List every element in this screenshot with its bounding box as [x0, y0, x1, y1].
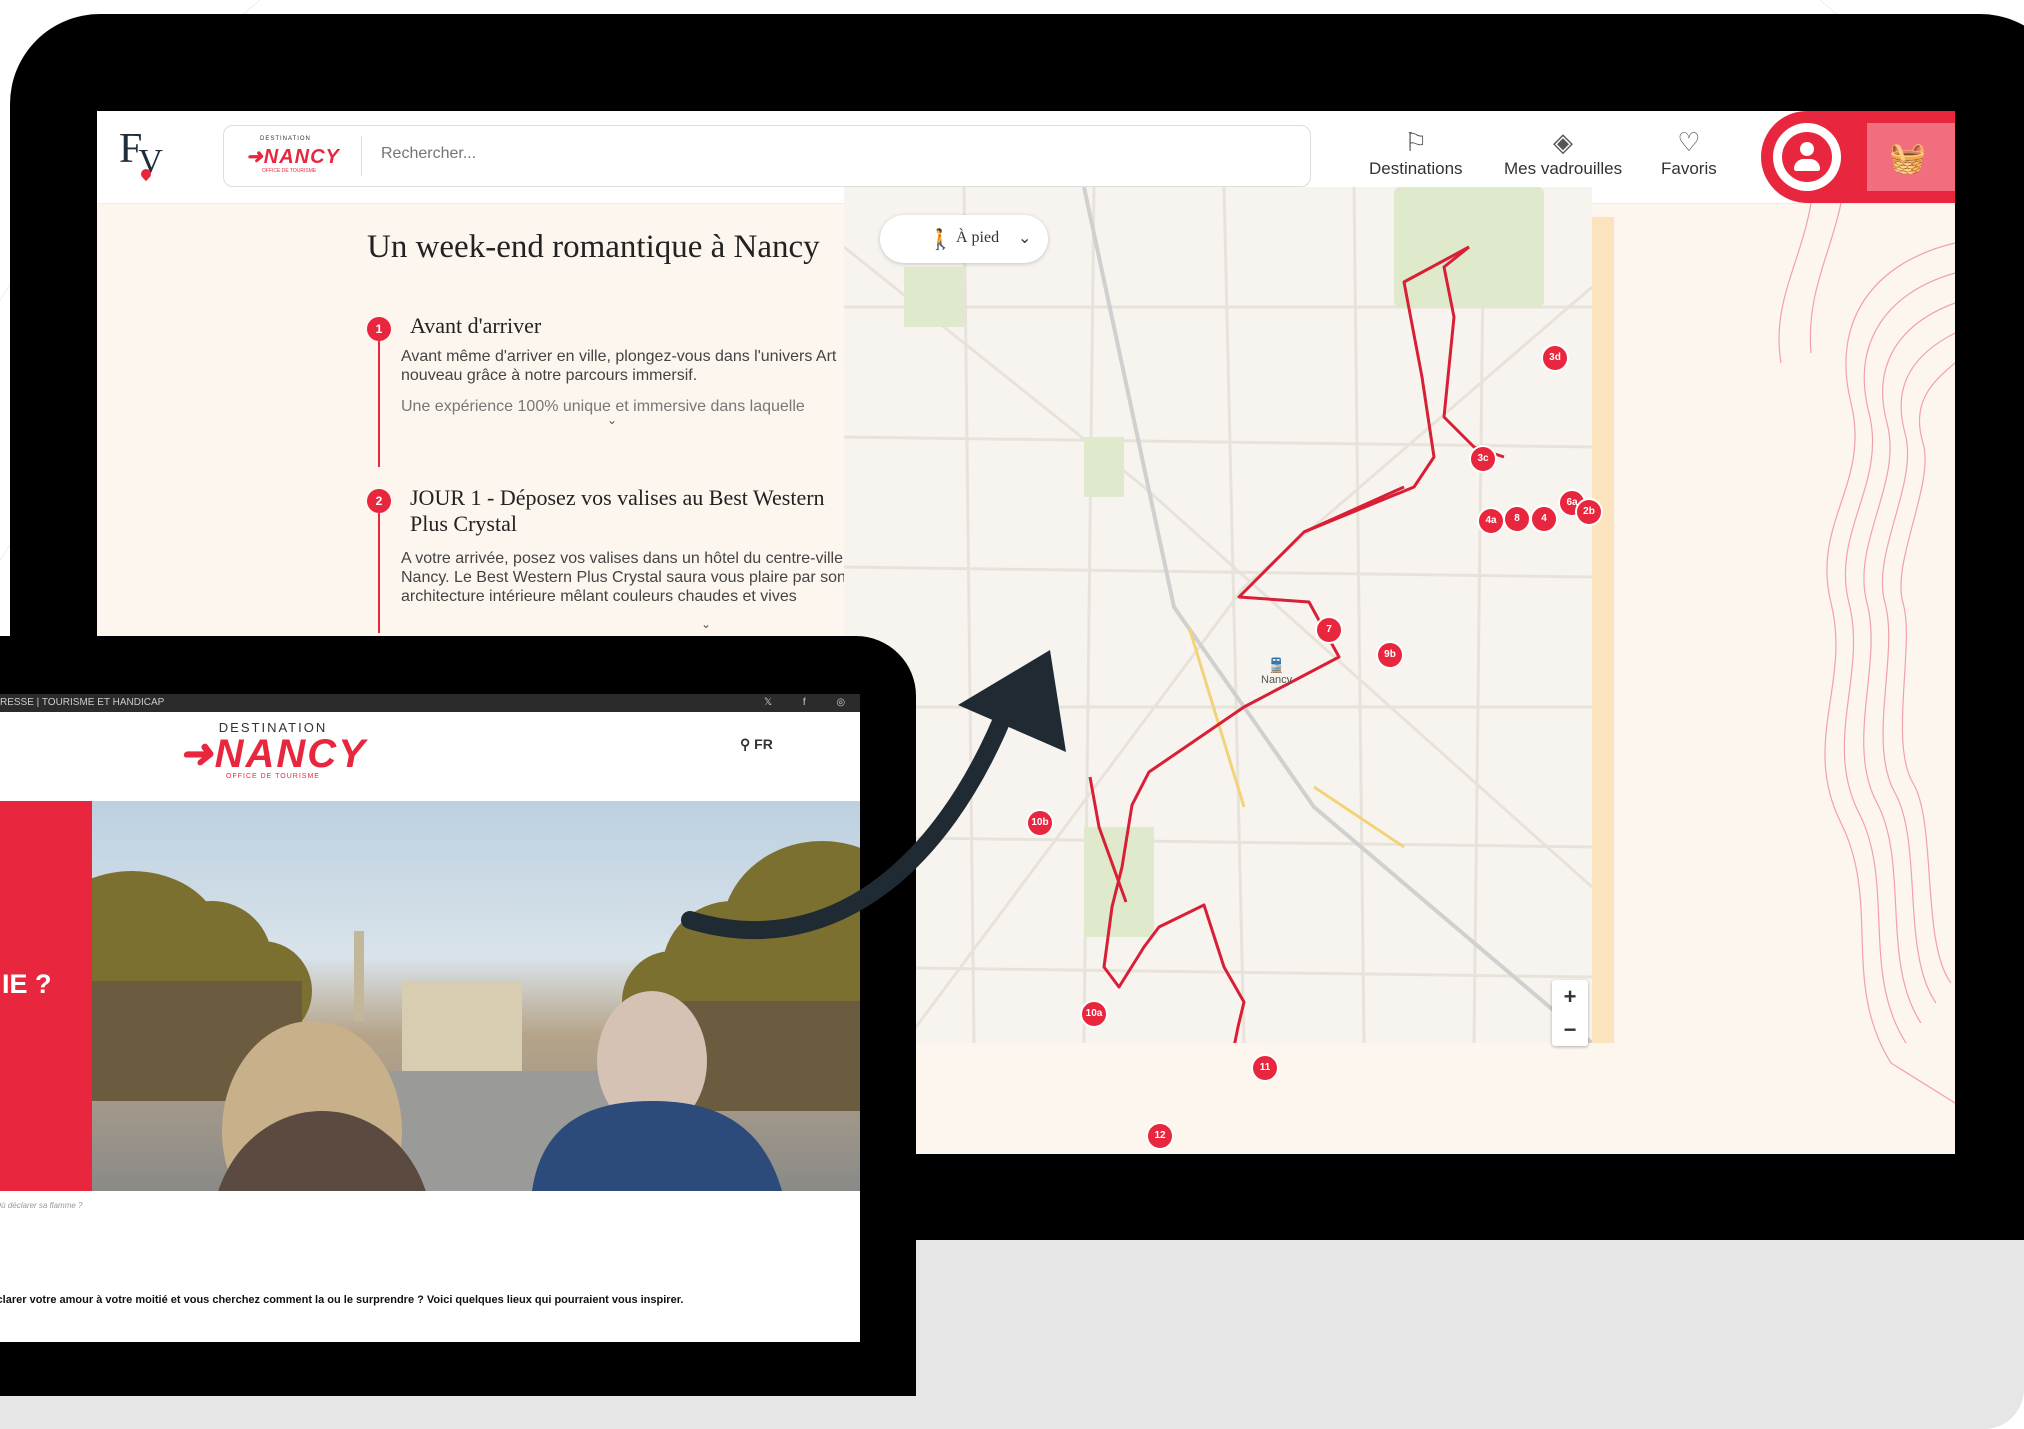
- hero-red-panel: IE ?: [0, 801, 92, 1191]
- map-side-strip: [1592, 217, 1614, 1043]
- travel-mode-dropdown[interactable]: 🚶 À pied ⌄: [880, 215, 1048, 263]
- nav-destinations[interactable]: ⚐ Destinations: [1369, 125, 1463, 179]
- top-links[interactable]: RESSE | TOURISME ET HANDICAP: [0, 694, 164, 712]
- step-connector-line: [378, 341, 380, 467]
- nav-mes-vadrouilles[interactable]: ◈ Mes vadrouilles: [1504, 125, 1622, 179]
- chevron-down-icon: ⌄: [1018, 230, 1032, 247]
- tablet-device: RESSE | TOURISME ET HANDICAP 𝕏 f ◎ DESTI…: [0, 636, 916, 1396]
- travel-mode-label: À pied: [956, 229, 1000, 246]
- nancy-logo-text: ➜NANCY: [246, 146, 340, 168]
- step-description: Avant même d'arriver en ville, plongez-v…: [401, 348, 837, 384]
- train-icon: 🚆: [1267, 657, 1286, 673]
- hero-title: IE ?: [2, 969, 52, 999]
- map-marker[interactable]: 2b: [1575, 498, 1603, 526]
- heart-icon: ♡: [1677, 127, 1701, 157]
- chevron-down-icon[interactable]: ⌄: [701, 617, 711, 631]
- tablet-screen: RESSE | TOURISME ET HANDICAP 𝕏 f ◎ DESTI…: [0, 694, 860, 1342]
- hero-photo: [92, 801, 860, 1191]
- cart-button[interactable]: 🧺: [1867, 123, 1955, 191]
- search-input[interactable]: [379, 144, 983, 164]
- step-number-badge: 1: [367, 317, 391, 341]
- search-divider: [361, 136, 362, 176]
- breadcrumb[interactable]: > Où déclarer sa flamme ?: [0, 1201, 82, 1210]
- nav-destinations-label: Destinations: [1369, 159, 1463, 178]
- search-bar[interactable]: DESTINATION ➜NANCY OFFICE DE TOURISME: [223, 125, 1311, 187]
- route-line: [1088, 245, 1505, 1043]
- map-marker[interactable]: 7: [1315, 616, 1343, 644]
- nav-favoris-label: Favoris: [1661, 159, 1717, 178]
- user-icon: [1782, 132, 1832, 182]
- app-logo[interactable]: FV: [119, 125, 167, 180]
- social-icons[interactable]: 𝕏 f ◎: [764, 694, 859, 712]
- destination-nancy-logo[interactable]: DESTINATION ➜NANCY OFFICE DE TOURISME: [178, 720, 368, 786]
- route-map[interactable]: [844, 187, 1592, 1043]
- step-description: A votre arrivée, posez vos valises dans …: [401, 550, 866, 605]
- zoom-in-button[interactable]: +: [1552, 980, 1588, 1013]
- step-number-badge: 2: [367, 489, 391, 513]
- nav-vadrouilles-label: Mes vadrouilles: [1504, 159, 1623, 178]
- compass-pin-icon: ◈: [1553, 127, 1574, 157]
- map-marker[interactable]: 12: [1146, 1122, 1174, 1150]
- step-description-more: Une expérience 100% unique et immersive …: [401, 398, 805, 415]
- basket-icon: 🧺: [1889, 142, 1927, 175]
- topography-pattern: [1711, 202, 1955, 1154]
- search-icon[interactable]: ⚲: [740, 736, 750, 752]
- map-marker[interactable]: 4a: [1477, 507, 1505, 535]
- step-title: Avant d'arriver: [410, 313, 542, 338]
- itinerary-step-2[interactable]: 2 JOUR 1 - Déposez vos valises au Best W…: [367, 485, 865, 633]
- chevron-down-icon[interactable]: ⌄: [607, 413, 617, 427]
- intro-paragraph: clarer votre amour à votre moitié et vou…: [0, 1294, 684, 1306]
- nav-favoris[interactable]: ♡ Favoris: [1661, 125, 1717, 179]
- page-title: Un week-end romantique à Nancy: [367, 229, 820, 265]
- itinerary-step-1[interactable]: 1 Avant d'arriver Avant même d'arriver e…: [367, 313, 836, 467]
- map-marker[interactable]: 3c: [1469, 445, 1497, 473]
- destination-nancy-logo: DESTINATION ➜NANCY OFFICE DE TOURISME: [246, 136, 340, 174]
- map-marker[interactable]: 10b: [1026, 809, 1054, 837]
- zoom-controls: + −: [1552, 980, 1588, 1046]
- zoom-out-button[interactable]: −: [1552, 1013, 1588, 1046]
- step-title: JOUR 1 - Déposez vos valises au Best Wes…: [410, 485, 825, 536]
- map-marker[interactable]: 3d: [1541, 344, 1569, 372]
- train-station-label: 🚆 Nancy: [1261, 657, 1293, 686]
- account-button[interactable]: [1773, 123, 1841, 191]
- walking-person-icon: 🚶: [928, 229, 953, 251]
- language-selector[interactable]: FR: [754, 736, 773, 752]
- map-marker[interactable]: 10a: [1080, 1000, 1108, 1028]
- tablet-search-lang[interactable]: ⚲ FR: [740, 736, 773, 753]
- step-connector-line: [378, 513, 380, 633]
- map-marker[interactable]: 11: [1251, 1054, 1279, 1082]
- flag-icon: ⚐: [1404, 127, 1428, 157]
- map-marker[interactable]: 9b: [1376, 641, 1404, 669]
- tablet-top-bar: RESSE | TOURISME ET HANDICAP 𝕏 f ◎: [0, 694, 860, 712]
- map-marker[interactable]: 4: [1530, 505, 1558, 533]
- account-area: 🧺: [1761, 111, 1955, 203]
- map-marker[interactable]: 8: [1503, 505, 1531, 533]
